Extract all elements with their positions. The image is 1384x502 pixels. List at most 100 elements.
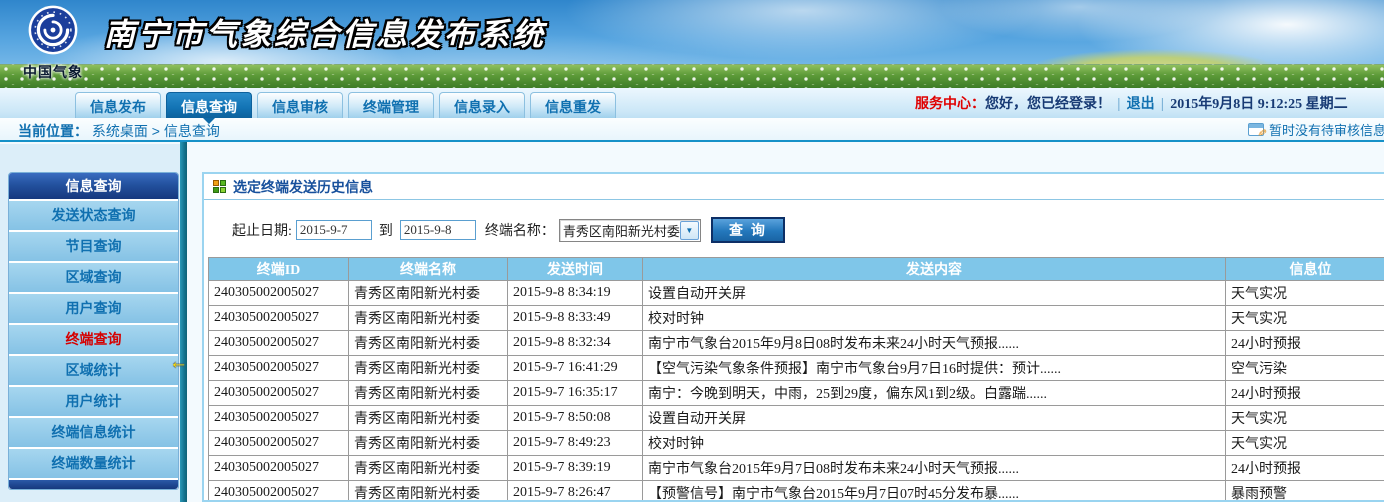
sidebar-footer bbox=[9, 480, 178, 489]
nav-tab-0[interactable]: 信息发布 bbox=[75, 92, 161, 118]
sidebar: 信息查询 发送状态查询节目查询区域查询用户查询终端查询区域统计用户统计终端信息统… bbox=[8, 172, 179, 490]
table-cell: 240305002005027 bbox=[209, 381, 349, 406]
table-cell: 青秀区南阳新光村委 bbox=[349, 306, 508, 331]
table-cell: 南宁市气象台2015年9月8日08时发布未来24小时天气预报...... bbox=[643, 331, 1226, 356]
review-notice-text: 暂时没有待审核信息 bbox=[1269, 120, 1384, 139]
column-header-1: 终端名称 bbox=[349, 258, 508, 281]
table-cell: 2015-9-8 8:34:19 bbox=[508, 281, 643, 306]
table-cell: 240305002005027 bbox=[209, 481, 349, 502]
date-to-input[interactable] bbox=[400, 220, 476, 240]
datetime-text: 2015年9月8日 9:12:25 星期二 bbox=[1170, 97, 1347, 112]
nav-tab-5[interactable]: 信息重发 bbox=[530, 92, 616, 118]
sidebar-item-2[interactable]: 区域查询 bbox=[9, 263, 178, 292]
terminal-name-label: 终端名称： bbox=[485, 220, 555, 240]
sidebar-item-4[interactable]: 终端查询 bbox=[9, 325, 178, 354]
table-row: 240305002005027青秀区南阳新光村委2015-9-7 8:50:08… bbox=[209, 406, 1384, 431]
left-arrow-icon[interactable]: ← bbox=[169, 352, 188, 374]
table-row: 240305002005027青秀区南阳新光村委2015-9-7 16:35:1… bbox=[209, 381, 1384, 406]
logo-caption: 中国气象 bbox=[18, 62, 88, 82]
table-row: 240305002005027青秀区南阳新光村委2015-9-7 8:39:19… bbox=[209, 456, 1384, 481]
nav-tab-3[interactable]: 终端管理 bbox=[348, 92, 434, 118]
table-cell: 2015-9-7 8:26:47 bbox=[508, 481, 643, 502]
grass-decoration bbox=[0, 64, 1384, 88]
service-center-label: 服务中心： bbox=[915, 95, 985, 111]
column-header-2: 发送时间 bbox=[508, 258, 643, 281]
table-cell: 240305002005027 bbox=[209, 431, 349, 456]
table-cell: 240305002005027 bbox=[209, 281, 349, 306]
table-cell: 青秀区南阳新光村委 bbox=[349, 281, 508, 306]
sidebar-item-3[interactable]: 用户查询 bbox=[9, 294, 178, 323]
table-cell: 2015-9-7 16:35:17 bbox=[508, 381, 643, 406]
panel-header: 选定终端发送历史信息 bbox=[204, 174, 1384, 200]
sidebar-items: 发送状态查询节目查询区域查询用户查询终端查询区域统计用户统计终端信息统计终端数量… bbox=[9, 201, 178, 478]
note-pencil-icon bbox=[1248, 123, 1264, 136]
table-cell: 【空气污染气象条件预报】南宁市气象台9月7日16时提供：预计...... bbox=[643, 356, 1226, 381]
table-cell: 24小时预报 bbox=[1226, 381, 1384, 406]
sidebar-item-7[interactable]: 终端信息统计 bbox=[9, 418, 178, 447]
table-header-row: 终端ID终端名称发送时间发送内容信息位 bbox=[209, 258, 1384, 281]
column-header-4: 信息位 bbox=[1226, 258, 1384, 281]
table-cell: 青秀区南阳新光村委 bbox=[349, 331, 508, 356]
query-form: 起止日期: 到 终端名称： 青秀区南阳新光村委 ▼ 查 询 bbox=[232, 217, 1384, 243]
sidebar-item-5[interactable]: 区域统计 bbox=[9, 356, 178, 385]
main-panel: 选定终端发送历史信息 起止日期: 到 终端名称： 青秀区南阳新光村委 ▼ 查 询… bbox=[202, 172, 1384, 502]
table-cell: 南宁：今晚到明天，中雨，25到29度，偏东风1到2级。白露踹...... bbox=[643, 381, 1226, 406]
table-row: 240305002005027青秀区南阳新光村委2015-9-7 8:49:23… bbox=[209, 431, 1384, 456]
table-cell: 天气实况 bbox=[1226, 406, 1384, 431]
grid-icon bbox=[213, 180, 226, 193]
table-cell: 校对时钟 bbox=[643, 306, 1226, 331]
table-cell: 校对时钟 bbox=[643, 431, 1226, 456]
sidebar-item-8[interactable]: 终端数量统计 bbox=[9, 449, 178, 478]
login-greeting: 您好，您已经登录！ bbox=[985, 95, 1111, 111]
table-cell: 240305002005027 bbox=[209, 406, 349, 431]
table-cell: 2015-9-7 8:39:19 bbox=[508, 456, 643, 481]
separator: | bbox=[1117, 95, 1121, 111]
sidebar-item-1[interactable]: 节目查询 bbox=[9, 232, 178, 261]
breadcrumb: 当前位置： 系统桌面 > 信息查询 bbox=[18, 121, 220, 141]
table-cell: 青秀区南阳新光村委 bbox=[349, 431, 508, 456]
to-label: 到 bbox=[379, 220, 393, 240]
cma-logo: 中国气象 bbox=[18, 4, 88, 82]
separator: | bbox=[1161, 95, 1165, 111]
top-banner: 中国气象 南宁市气象综合信息发布系统 bbox=[0, 0, 1384, 88]
nav-bar: 信息发布信息查询信息审核终端管理信息录入信息重发 服务中心：您好，您已经登录！ |… bbox=[0, 88, 1384, 118]
table-cell: 24小时预报 bbox=[1226, 456, 1384, 481]
date-range-label: 起止日期: bbox=[232, 220, 292, 240]
table-cell: 240305002005027 bbox=[209, 331, 349, 356]
table-row: 240305002005027青秀区南阳新光村委2015-9-7 16:41:2… bbox=[209, 356, 1384, 381]
nav-tab-1[interactable]: 信息查询 bbox=[166, 92, 252, 118]
cma-spiral-logo-icon bbox=[27, 4, 79, 56]
nav-tab-4[interactable]: 信息录入 bbox=[439, 92, 525, 118]
nav-tab-2[interactable]: 信息审核 bbox=[257, 92, 343, 118]
review-notice[interactable]: 暂时没有待审核信息 bbox=[1248, 120, 1384, 139]
query-button[interactable]: 查 询 bbox=[711, 217, 785, 243]
table-row: 240305002005027青秀区南阳新光村委2015-9-8 8:33:49… bbox=[209, 306, 1384, 331]
sidebar-item-0[interactable]: 发送状态查询 bbox=[9, 201, 178, 230]
date-from-input[interactable] bbox=[296, 220, 372, 240]
table-cell: 设置自动开关屏 bbox=[643, 406, 1226, 431]
table-cell: 天气实况 bbox=[1226, 281, 1384, 306]
table-row: 240305002005027青秀区南阳新光村委2015-9-7 8:26:47… bbox=[209, 481, 1384, 502]
table-cell: 2015-9-7 8:50:08 bbox=[508, 406, 643, 431]
logout-link[interactable]: 退出 bbox=[1127, 95, 1155, 111]
table-cell: 2015-9-7 16:41:29 bbox=[508, 356, 643, 381]
table-cell: 设置自动开关屏 bbox=[643, 281, 1226, 306]
sidebar-title: 信息查询 bbox=[9, 173, 178, 199]
table-cell: 240305002005027 bbox=[209, 306, 349, 331]
terminal-select[interactable]: 青秀区南阳新光村委 ▼ bbox=[559, 219, 701, 242]
table-cell: 青秀区南阳新光村委 bbox=[349, 406, 508, 431]
table-cell: 空气污染 bbox=[1226, 356, 1384, 381]
panel-title: 选定终端发送历史信息 bbox=[233, 177, 373, 197]
table-cell: 2015-9-7 8:49:23 bbox=[508, 431, 643, 456]
breadcrumb-path[interactable]: 系统桌面 > 信息查询 bbox=[92, 123, 220, 139]
table-row: 240305002005027青秀区南阳新光村委2015-9-8 8:34:19… bbox=[209, 281, 1384, 306]
table-cell: 天气实况 bbox=[1226, 431, 1384, 456]
history-table: 终端ID终端名称发送时间发送内容信息位 240305002005027青秀区南阳… bbox=[208, 257, 1384, 502]
table-cell: 青秀区南阳新光村委 bbox=[349, 481, 508, 502]
table-cell: 南宁市气象台2015年9月7日08时发布未来24小时天气预报...... bbox=[643, 456, 1226, 481]
sidebar-item-6[interactable]: 用户统计 bbox=[9, 387, 178, 416]
table-cell: 青秀区南阳新光村委 bbox=[349, 381, 508, 406]
sidebar-divider bbox=[180, 142, 187, 502]
user-info: 服务中心：您好，您已经登录！ | 退出 | 2015年9月8日 9:12:25 星期二 bbox=[915, 93, 1348, 113]
table-cell: 青秀区南阳新光村委 bbox=[349, 356, 508, 381]
